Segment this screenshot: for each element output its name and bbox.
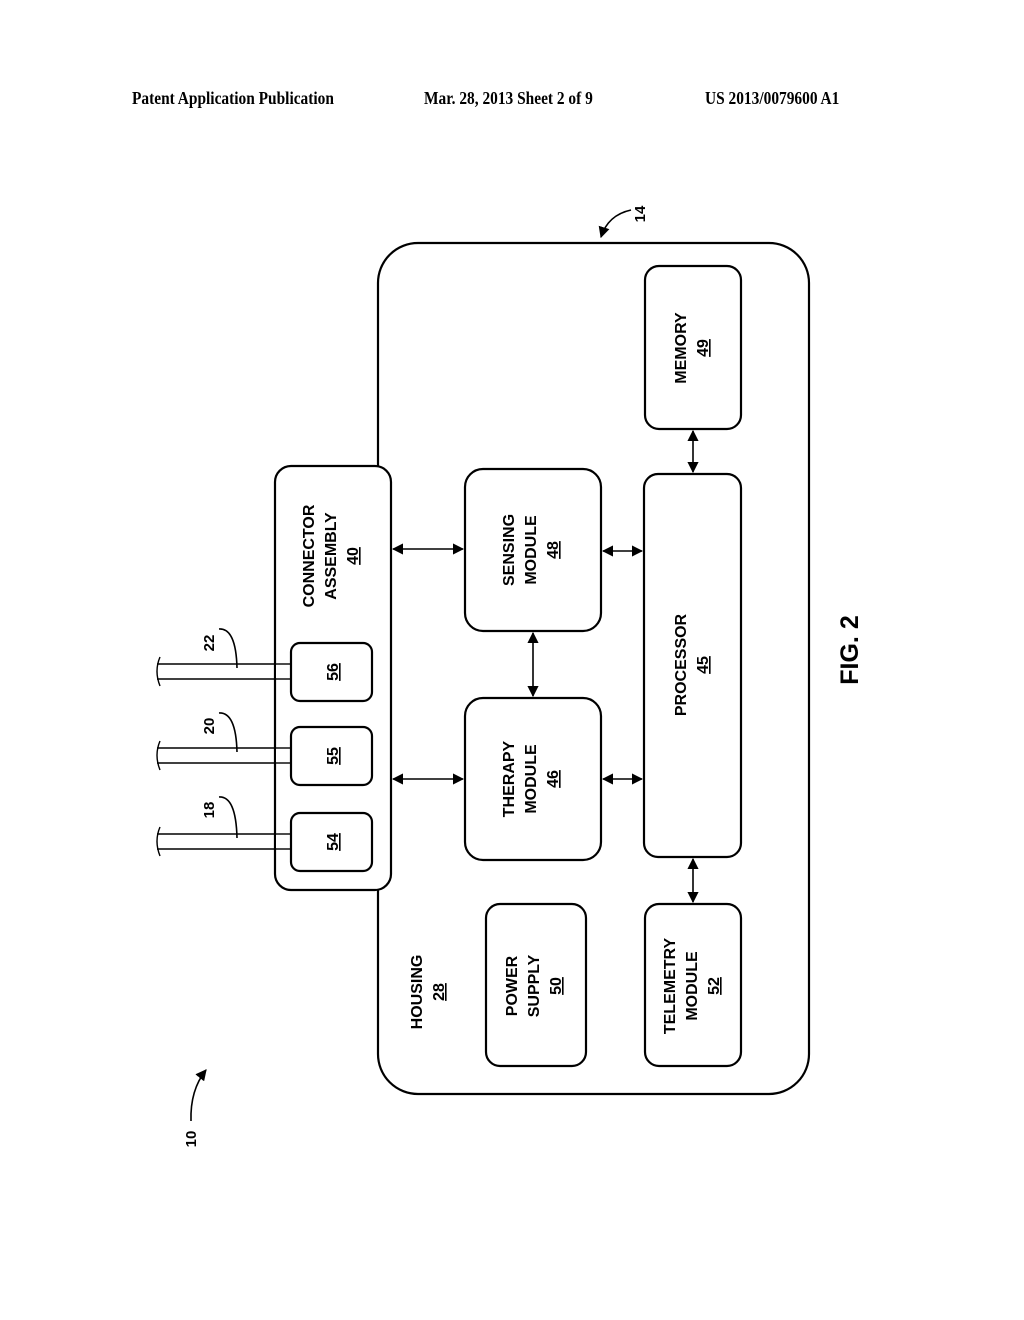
- sensing-label-1: SENSING: [501, 514, 518, 586]
- callout-22-curve: [218, 628, 238, 669]
- lead-18: [156, 826, 291, 857]
- housing-box: [376, 241, 811, 1096]
- lead-20-ref: 20: [201, 718, 218, 735]
- callout-20-curve: [218, 712, 238, 753]
- telemetry-label-1: TELEMETRY: [662, 938, 679, 1035]
- callout-14-arrow: [598, 209, 632, 239]
- figure-label: FIG. 2: [836, 615, 864, 684]
- sensing-ref: 48: [545, 541, 562, 559]
- therapy-label-2: MODULE: [523, 744, 540, 814]
- telemetry-ref: 52: [706, 977, 723, 995]
- power-ref: 50: [548, 977, 565, 995]
- lead-22-ref: 22: [201, 635, 218, 652]
- sensing-label-2: MODULE: [523, 515, 540, 585]
- connector-label-2: ASSEMBLY: [323, 512, 340, 600]
- callout-10-arrow: [190, 1069, 207, 1122]
- power-label-2: SUPPLY: [526, 954, 543, 1017]
- housing-ref: 28: [431, 983, 448, 1001]
- therapy-label-1: THERAPY: [501, 740, 518, 817]
- port-56-ref: 56: [325, 663, 342, 681]
- memory-ref: 49: [695, 339, 712, 357]
- port-55-ref: 55: [325, 747, 342, 765]
- block-diagram: 22 20 18 14 10 56 55 54 CONNECTOR ASSEMB…: [156, 205, 864, 1148]
- lead-22: [156, 656, 291, 687]
- device-ref-14: 14: [632, 205, 649, 222]
- connector-ref: 40: [345, 547, 362, 565]
- therapy-ref: 46: [545, 770, 562, 788]
- memory-label: MEMORY: [673, 312, 690, 384]
- memory-box: [643, 264, 743, 431]
- system-ref-10: 10: [183, 1131, 200, 1148]
- connector-label-1: CONNECTOR: [301, 504, 318, 607]
- processor-ref: 45: [695, 656, 712, 674]
- lead-18-ref: 18: [201, 802, 218, 819]
- callout-18-curve: [218, 796, 238, 839]
- telemetry-label-2: MODULE: [684, 951, 701, 1021]
- processor-label: PROCESSOR: [673, 613, 690, 716]
- lead-20: [156, 740, 291, 771]
- power-label-1: POWER: [504, 955, 521, 1016]
- housing-label: HOUSING: [409, 955, 426, 1030]
- port-54-ref: 54: [325, 833, 342, 851]
- processor-box: [642, 472, 743, 859]
